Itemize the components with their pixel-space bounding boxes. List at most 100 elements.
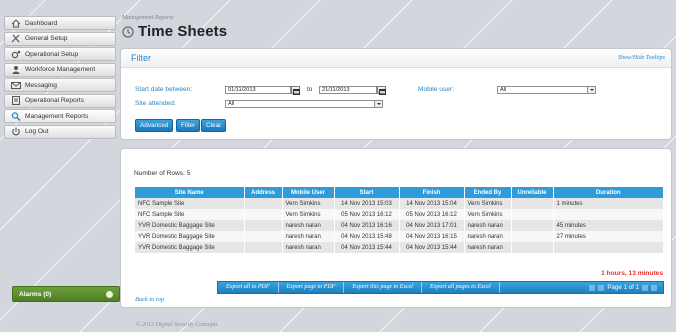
breadcrumb: Management Reports [122,15,174,21]
cell-start: 04 Nov 2013 15:44 [334,242,400,253]
cell-site-name: YVR Domestic Baggage Site [135,231,245,242]
site-attended-select[interactable]: All [225,100,383,108]
calendar-to-icon[interactable] [377,86,386,95]
cell-site-name: NFC Sample Site [135,198,245,209]
column-header-start[interactable]: Start [334,187,400,198]
column-header-site-name[interactable]: Site Name [135,187,245,198]
sidebar-item-operational-reports[interactable]: Operational Reports [4,93,116,108]
table-row[interactable]: NFC Sample Site Vern Simkins 05 Nov 2013… [135,209,664,220]
column-header-unreliable[interactable]: Unreliable [511,187,554,198]
export-page-pdf-button[interactable]: Export page to PDF [279,282,345,293]
footer-copyright: © 2013 Digital Security Concepts [136,322,218,328]
start-date-to-field[interactable]: 21/11/2013 [319,86,377,94]
alarms-button[interactable]: Alarms (0) [12,286,120,302]
cell-unreliable [511,242,554,253]
cell-finish: 14 Nov 2013 15:04 [399,198,465,209]
clock-icon [122,25,134,38]
report-icon [10,96,22,106]
sidebar-item-dashboard[interactable]: Dashboard [4,16,116,30]
table-row[interactable]: NFC Sample Site Vern Simkins 14 Nov 2013… [135,198,664,209]
sidebar-item-messaging[interactable]: Messaging [4,78,116,92]
table-row[interactable]: YVR Domestic Baggage Site naresh naran 0… [135,231,664,242]
sidebar-item-label: Dashboard [25,19,58,27]
cell-duration [553,209,664,220]
filter-panel-header: Filter Show/Hide Tooltips [121,49,671,68]
page-header: Time Sheets [122,23,227,40]
sidebar-item-label: Operational Reports [25,97,85,104]
pager: Page 1 of 1 [589,284,663,291]
cell-unreliable [511,220,554,231]
cell-ended-by: Vern Simkins [464,209,512,220]
cell-mobile-user: Vern Simkins [282,209,335,220]
last-page-icon[interactable] [651,284,657,291]
table-row[interactable]: YVR Domestic Baggage Site naresh naran 0… [135,220,664,231]
chevron-down-icon [587,87,595,93]
filter-title: Filter [131,53,151,63]
sidebar-item-operational-setup[interactable]: Operational Setup [4,47,116,61]
cell-mobile-user: Vern Simkins [282,198,335,209]
sidebar-item-workforce-management[interactable]: Workforce Management [4,62,116,77]
cell-mobile-user: naresh naran [282,242,335,253]
calendar-from-icon[interactable] [291,86,300,95]
tools-icon [10,34,22,44]
column-header-finish[interactable]: Finish [399,187,465,198]
cell-finish: 04 Nov 2013 16:15 [399,231,465,242]
rows-count: Number of Rows: 5 [134,170,191,177]
start-date-from-field[interactable]: 01/11/2013 [225,86,291,94]
mobile-user-select[interactable]: All [497,86,596,94]
home-icon [10,18,22,28]
envelope-icon [10,80,22,90]
table-header-row: Site Name Address Mobile User Start Fini… [135,187,664,198]
export-all-pdf-button[interactable]: Export all to PDF [218,282,279,293]
power-icon [10,127,22,137]
sidebar-item-label: Operational Setup [25,50,79,58]
sidebar-item-label: Messaging [25,81,57,89]
site-attended-label: Site attended: [135,100,176,107]
cell-unreliable [511,231,554,242]
sidebar-item-management-reports[interactable]: Management Reports [4,109,116,123]
page-indicator: Page 1 of 1 [607,284,639,291]
prev-page-icon[interactable] [598,284,605,291]
first-page-icon[interactable] [589,284,596,291]
cell-finish: 04 Nov 2013 17:01 [399,220,465,231]
cell-start: 05 Nov 2013 16:12 [334,209,400,220]
cell-address [244,209,283,220]
results-panel: Number of Rows: 5 Site Name Address Mobi… [120,148,672,308]
cell-address [244,231,283,242]
column-header-address[interactable]: Address [244,187,283,198]
cell-site-name: YVR Domestic Baggage Site [135,242,245,253]
site-attended-value: All [228,101,235,107]
export-all-excel-button[interactable]: Export all pages to Excel [422,282,500,293]
cell-unreliable [511,209,554,220]
cell-duration: 1 minutes [553,198,664,209]
cell-address [244,242,283,253]
bell-icon [106,290,113,298]
column-header-duration[interactable]: Duration [553,187,664,198]
filter-button[interactable]: Filter [176,119,201,132]
cell-duration [553,242,664,253]
toggle-tooltips-link[interactable]: Show/Hide Tooltips [618,55,665,61]
advanced-button[interactable]: Advanced [135,119,174,132]
next-page-icon[interactable] [642,284,648,291]
table-row[interactable]: YVR Domestic Baggage Site naresh naran 0… [135,242,664,253]
cell-ended-by: naresh naran [464,242,512,253]
column-header-ended-by[interactable]: Ended By [464,187,512,198]
export-page-excel-button[interactable]: Export this page to Excel [344,282,422,293]
total-duration: 1 hours, 13 minutes [601,270,663,277]
cell-start: 14 Nov 2013 15:03 [334,198,400,209]
filter-panel: Filter Show/Hide Tooltips Start date bet… [120,48,672,140]
clear-button[interactable]: Clear [201,119,227,132]
timesheet-table: Site Name Address Mobile User Start Fini… [135,187,664,253]
page-title: Time Sheets [138,23,228,40]
column-header-mobile-user[interactable]: Mobile User [282,187,335,198]
sidebar-item-label: Log Out [25,128,49,135]
cell-finish: 05 Nov 2013 16:12 [399,209,465,220]
back-to-top-link[interactable]: Back to top [135,296,164,303]
mobile-user-label: Mobile user: [418,86,454,93]
start-date-label: Start date between: [135,86,193,93]
sidebar-item-log-out[interactable]: Log Out [4,124,116,139]
export-toolbar: Export all to PDF Export page to PDF Exp… [217,281,664,294]
sidebar-item-general-setup[interactable]: General Setup [4,31,116,46]
mobile-user-value: All [500,87,507,93]
users-icon [10,65,22,75]
